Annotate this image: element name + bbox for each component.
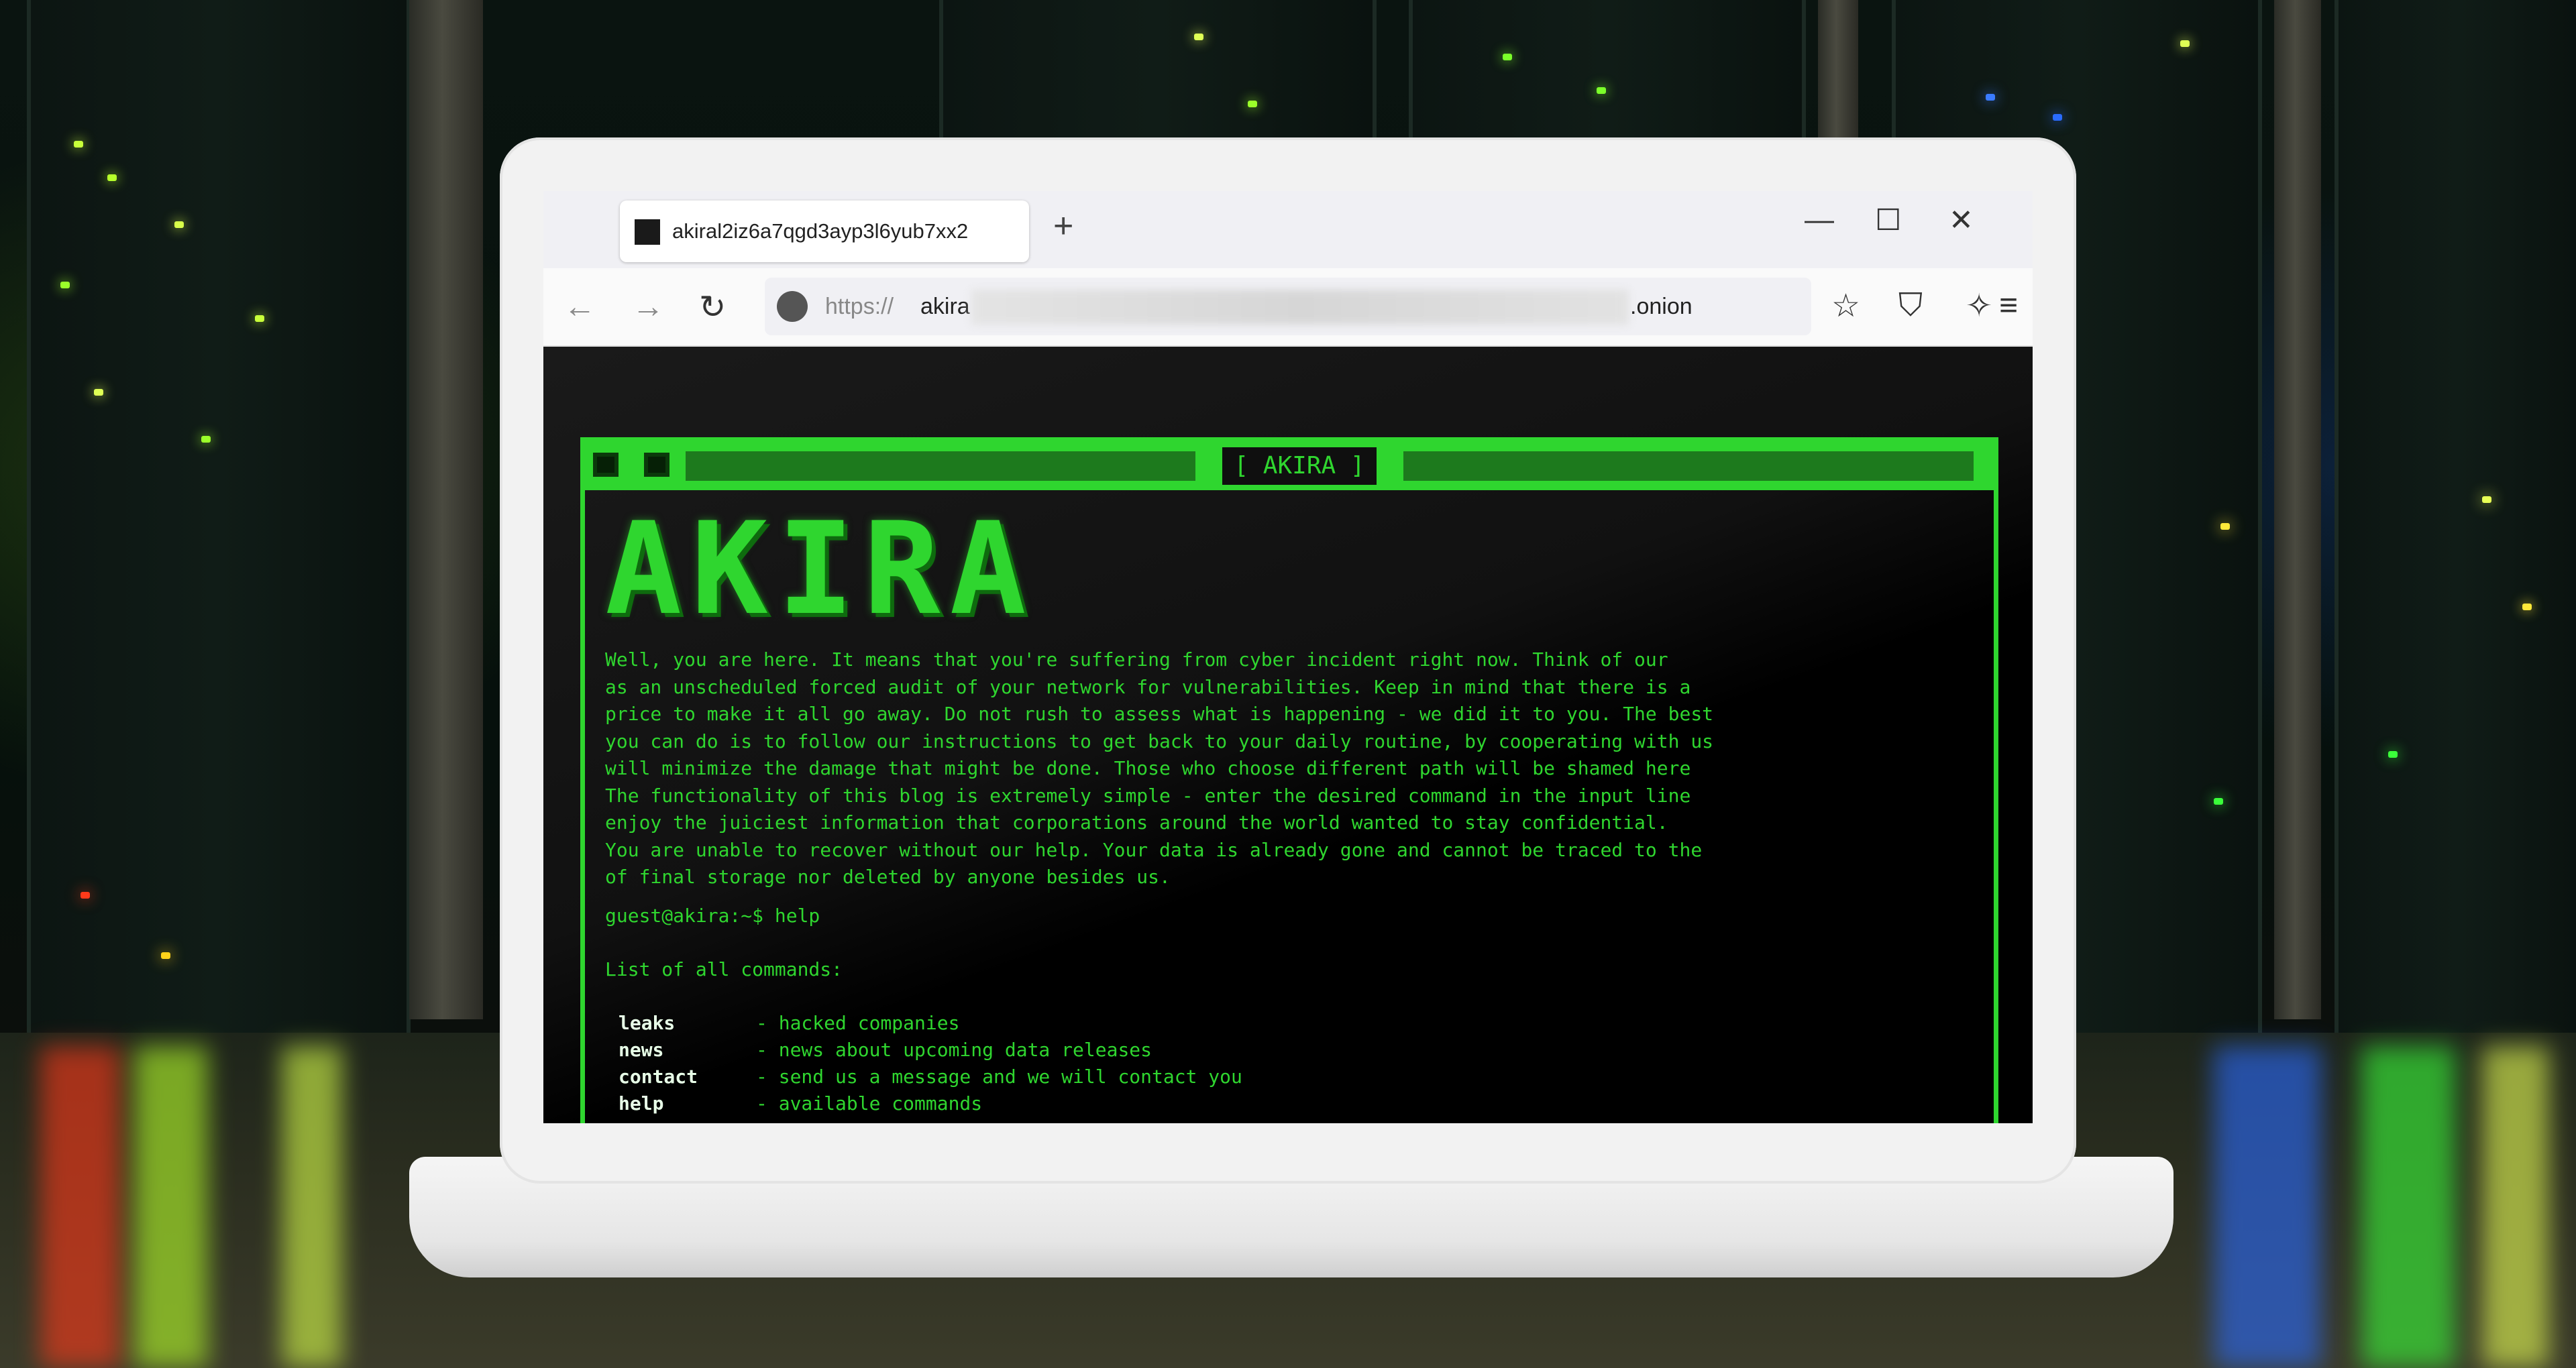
ransom-message: Well, you are here. It means that you're… [605,646,1980,891]
browser-tab-bar: akiral2iz6a7qgd3ayp3l6yub7xx2 + — ☐ ✕ [543,191,2033,268]
command-name: contact [619,1066,698,1088]
terminal-square-icon [640,449,674,481]
terminal-square-icon [589,449,623,481]
message-line: You are unable to recover without our he… [605,838,1703,861]
url-host-start: akira [920,294,970,319]
message-line: Well, you are here. It means that you're… [605,648,1668,671]
bookmark-star-icon[interactable]: ☆ [1831,287,1860,325]
tab-title: akiral2iz6a7qgd3ayp3l6yub7xx2 [672,219,969,243]
minimize-button[interactable]: — [1805,203,1834,237]
command-desc: - news about upcoming data releases [756,1039,1152,1061]
terminal-title: [ AKIRA ] [1222,447,1377,485]
terminal-prompt[interactable]: guest@akira:~$ help [605,905,820,927]
command-row: contact - send us a message and we will c… [619,1066,1242,1088]
url-scheme: https:// [825,294,894,319]
terminal-window: [ AKIRA ] AKIRA Well, you are here. It m… [580,437,1998,1123]
laptop-screen: akiral2iz6a7qgd3ayp3l6yub7xx2 + — ☐ ✕ ← … [543,191,2033,1123]
commands-title: List of all commands: [605,958,843,980]
onion-site-icon [777,291,808,322]
web-page: [ AKIRA ] AKIRA Well, you are here. It m… [543,347,2033,1123]
command-name: leaks [619,1012,676,1034]
command-row: help - available commands [619,1092,982,1115]
shield-icon[interactable]: ⛉ [1898,287,1923,325]
message-line: price to make it all go away. Do not rus… [605,703,1714,725]
forward-icon[interactable]: → [632,288,664,325]
command-desc: - send us a message and we will contact … [756,1066,1242,1088]
tab-favicon-icon [635,219,660,245]
message-line: will minimize the damage that might be d… [605,757,1691,779]
back-icon[interactable]: ← [564,288,596,325]
browser-toolbar: ← → ↻ https:// akira .onion ☆ ⛉ ✧ ≡ [543,268,2033,347]
close-button[interactable]: ✕ [1949,203,1974,237]
browser-tab[interactable]: akiral2iz6a7qgd3ayp3l6yub7xx2 [620,201,1029,262]
address-bar[interactable]: https:// akira .onion [765,278,1811,335]
command-desc: - available commands [756,1092,983,1115]
command-row: leaks - hacked companies [619,1012,959,1034]
akira-logo: AKIRA [605,495,1036,643]
url-host-end: .onion [1630,294,1693,319]
new-tab-button[interactable]: + [1053,206,1073,246]
message-line: The functionality of this blog is extrem… [605,784,1691,807]
command-name: news [619,1039,664,1061]
maximize-button[interactable]: ☐ [1875,203,1901,237]
message-line: enjoy the juiciest information that corp… [605,811,1668,834]
url-redacted [971,290,1629,325]
message-line: you can do is to follow our instructions… [605,730,1714,752]
command-row: news - news about upcoming data releases [619,1039,1152,1061]
menu-icon[interactable]: ≡ [1999,287,2018,324]
message-line: as an unscheduled forced audit of your n… [605,675,1691,698]
extensions-icon[interactable]: ✧ [1966,287,1992,325]
command-desc: - hacked companies [756,1012,960,1034]
command-name: help [619,1092,664,1115]
message-line: of final storage nor deleted by anyone b… [605,866,1171,888]
reload-icon[interactable]: ↻ [699,288,726,326]
terminal-title-bar: [ AKIRA ] [585,442,1994,490]
